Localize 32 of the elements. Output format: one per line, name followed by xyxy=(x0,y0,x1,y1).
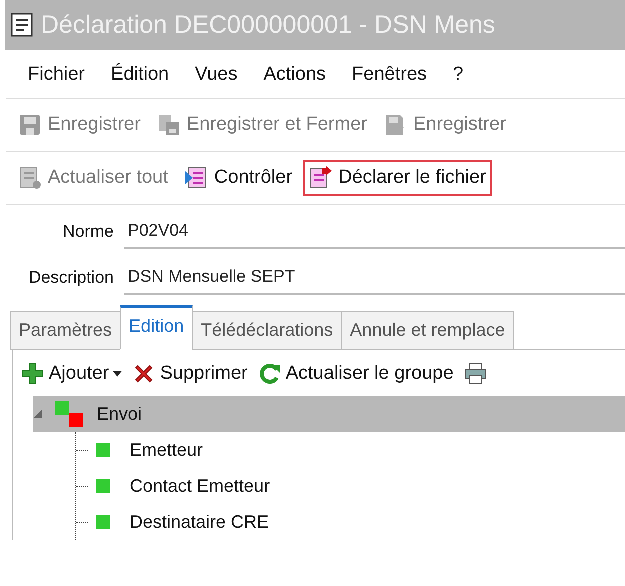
document-icon xyxy=(184,166,208,190)
refresh-icon xyxy=(258,362,282,386)
toolbar-button[interactable]: Supprimer xyxy=(132,362,248,386)
tab[interactable]: Paramètres xyxy=(10,311,122,350)
toolbar-button[interactable]: Actualiser le groupe xyxy=(258,362,454,386)
menu-item[interactable]: Édition xyxy=(111,64,170,86)
tab[interactable]: Télédéclarations xyxy=(192,311,342,350)
printer-icon xyxy=(464,362,488,386)
tree-item[interactable]: Contact Emetteur xyxy=(76,468,625,504)
tree-item[interactable]: Destinataire CRE xyxy=(76,504,625,540)
document-icon xyxy=(18,166,42,190)
floppy-disk-icon xyxy=(156,113,181,137)
plus-icon xyxy=(21,362,45,386)
tree-item[interactable]: Emetteur xyxy=(76,432,625,468)
tree-item[interactable]: Envoi xyxy=(33,396,625,432)
document-icon xyxy=(308,166,333,190)
document-icon xyxy=(11,13,33,37)
toolbar-button[interactable]: Déclarer le fichier xyxy=(302,160,492,196)
tab[interactable]: Annule et remplace xyxy=(341,311,514,350)
caret-icon xyxy=(113,371,122,377)
menu-item[interactable]: Actions xyxy=(264,64,326,86)
toolbar-button[interactable] xyxy=(464,362,488,386)
toolbar-button[interactable]: Ajouter xyxy=(21,362,122,386)
menu-item[interactable]: Fichier xyxy=(28,64,86,86)
menu-item[interactable]: Vues xyxy=(195,64,238,86)
window-title: Déclaration DEC000000001 - DSN Mens xyxy=(41,10,496,40)
field-label: Norme xyxy=(62,222,115,242)
field-label: Description xyxy=(28,268,115,288)
toolbar-button[interactable]: Contrôler xyxy=(178,160,299,196)
tab[interactable]: Edition xyxy=(120,305,194,350)
menu-item[interactable]: Fenêtres xyxy=(352,64,428,86)
menu-item[interactable]: ? xyxy=(453,64,464,86)
